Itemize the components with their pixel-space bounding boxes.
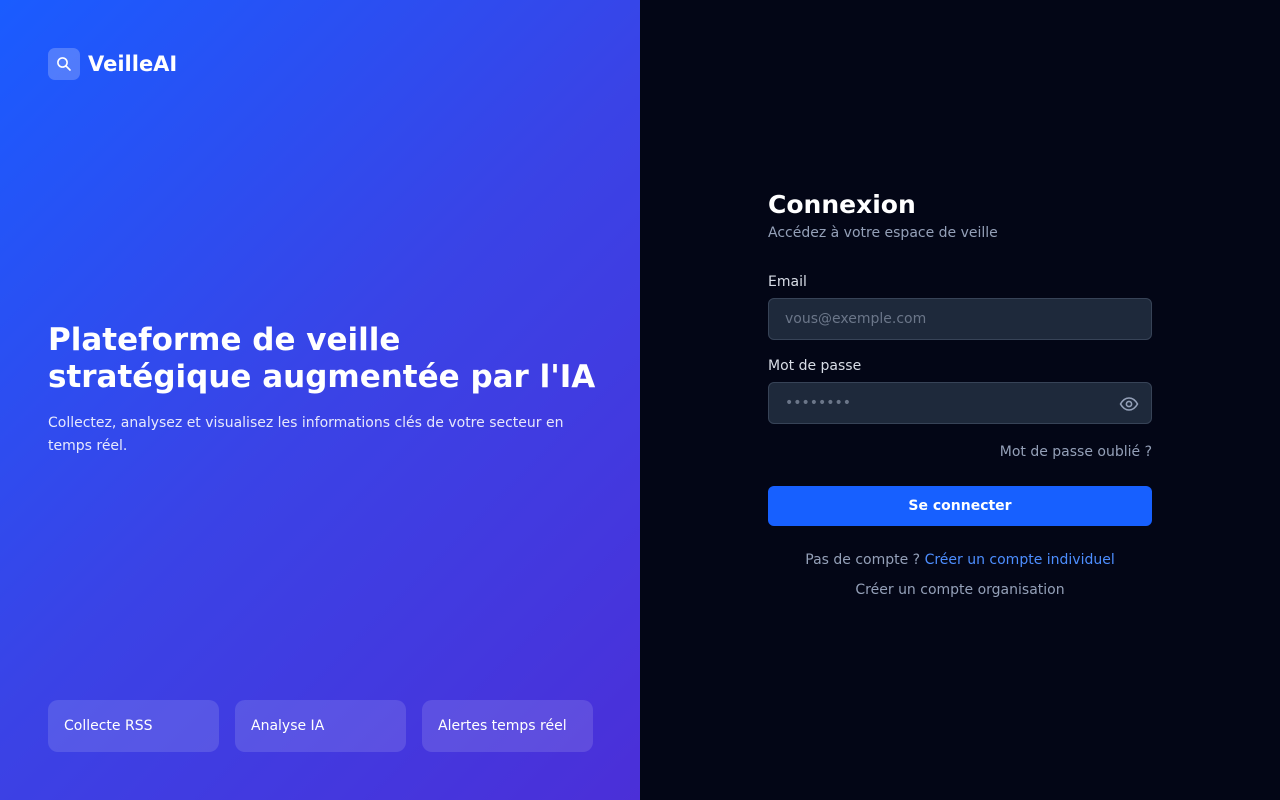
feature-card-ai-analysis: Analyse IA [235,700,406,752]
no-account-text: Pas de compte ? [805,552,921,568]
feature-card-rss: Collecte RSS [48,700,219,752]
feature-list: Collecte RSS Analyse IA Alertes temps ré… [48,700,593,752]
login-form: Connexion Accédez à votre espace de veil… [768,190,1152,598]
hero-panel: VeilleAI Plateforme de veille stratégiqu… [0,0,640,800]
signup-row: Pas de compte ? Créer un compte individu… [768,552,1152,568]
create-individual-account-link[interactable]: Créer un compte individuel [925,552,1115,568]
password-field-wrapper [768,382,1152,424]
login-panel: Connexion Accédez à votre espace de veil… [640,0,1280,800]
password-input[interactable] [769,383,1151,423]
create-organization-account-link[interactable]: Créer un compte organisation [768,582,1152,598]
email-input[interactable] [769,299,1151,339]
hero-content: Plateforme de veille stratégique augment… [48,322,608,458]
email-label: Email [768,274,807,290]
feature-card-realtime-alerts: Alertes temps réel [422,700,593,752]
password-label: Mot de passe [768,358,862,374]
login-button[interactable]: Se connecter [768,486,1152,526]
email-field-wrapper [768,298,1152,340]
login-subtitle: Accédez à votre espace de veille [768,225,998,241]
forgot-password-link[interactable]: Mot de passe oublié ? [768,444,1152,460]
brand-name: VeilleAI [88,52,178,76]
search-icon [48,48,80,80]
brand[interactable]: VeilleAI [48,48,177,80]
login-title: Connexion [768,190,916,219]
eye-icon[interactable] [1119,394,1139,414]
hero-subtitle: Collectez, analysez et visualisez les in… [48,415,564,454]
hero-title: Plateforme de veille stratégique augment… [48,322,596,395]
